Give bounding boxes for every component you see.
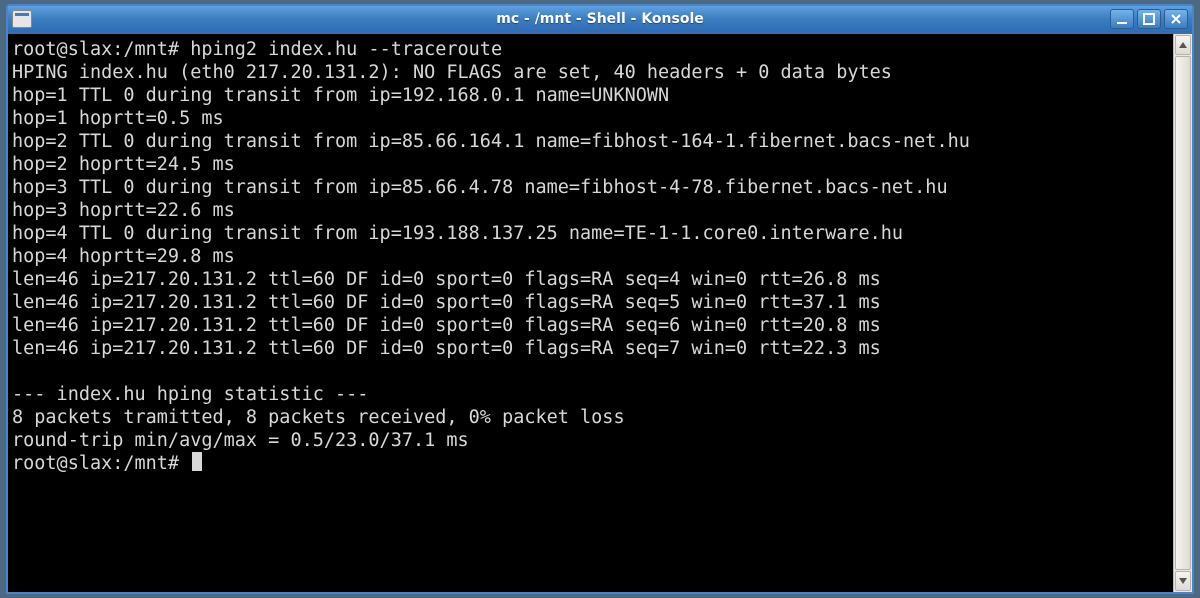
terminal-output-line: HPING index.hu (eth0 217.20.131.2): NO F… — [12, 62, 892, 83]
titlebar[interactable]: mc - /mnt - Shell - Konsole — [8, 6, 1192, 32]
terminal-output-line: 8 packets tramitted, 8 packets received,… — [12, 407, 625, 428]
terminal-output-line: hop=1 TTL 0 during transit from ip=192.1… — [12, 85, 669, 106]
scroll-track[interactable] — [1174, 56, 1192, 570]
terminal[interactable]: root@slax:/mnt# hping2 index.hu --tracer… — [8, 34, 1173, 592]
maximize-button[interactable] — [1137, 9, 1161, 29]
terminal-output-line: hop=2 hoprtt=24.5 ms — [12, 154, 235, 175]
scroll-up-button[interactable] — [1175, 35, 1191, 55]
minimize-button[interactable] — [1110, 9, 1134, 29]
terminal-output-line: round-trip min/avg/max = 0.5/23.0/37.1 m… — [12, 430, 469, 451]
terminal-output-line: hop=4 TTL 0 during transit from ip=193.1… — [12, 223, 903, 244]
close-button[interactable] — [1164, 9, 1188, 29]
window-controls — [1110, 9, 1188, 29]
terminal-output-line: len=46 ip=217.20.131.2 ttl=60 DF id=0 sp… — [12, 315, 881, 336]
terminal-output-line: len=46 ip=217.20.131.2 ttl=60 DF id=0 sp… — [12, 338, 881, 359]
shell-prompt: root@slax:/mnt# — [12, 39, 190, 60]
terminal-output-line: hop=2 TTL 0 during transit from ip=85.66… — [12, 131, 970, 152]
konsole-app-icon — [12, 10, 32, 28]
terminal-output-line: len=46 ip=217.20.131.2 ttl=60 DF id=0 sp… — [12, 292, 881, 313]
terminal-output-line: --- index.hu hping statistic --- — [12, 384, 368, 405]
cursor — [192, 452, 202, 471]
scroll-down-button[interactable] — [1175, 571, 1191, 591]
terminal-output-line: hop=3 TTL 0 during transit from ip=85.66… — [12, 177, 948, 198]
scroll-thumb[interactable] — [1175, 56, 1191, 570]
konsole-window: mc - /mnt - Shell - Konsole root@slax:/m… — [6, 4, 1194, 594]
terminal-output-line: hop=1 hoprtt=0.5 ms — [12, 108, 224, 129]
vertical-scrollbar[interactable] — [1173, 34, 1192, 592]
terminal-area: root@slax:/mnt# hping2 index.hu --tracer… — [8, 32, 1192, 592]
terminal-output-line: hop=4 hoprtt=29.8 ms — [12, 246, 235, 267]
terminal-output-line: hop=3 hoprtt=22.6 ms — [12, 200, 235, 221]
terminal-output-line: len=46 ip=217.20.131.2 ttl=60 DF id=0 sp… — [12, 269, 881, 290]
window-title: mc - /mnt - Shell - Konsole — [8, 11, 1192, 27]
shell-prompt: root@slax:/mnt# — [12, 453, 190, 474]
command-text: hping2 index.hu --traceroute — [190, 39, 502, 60]
